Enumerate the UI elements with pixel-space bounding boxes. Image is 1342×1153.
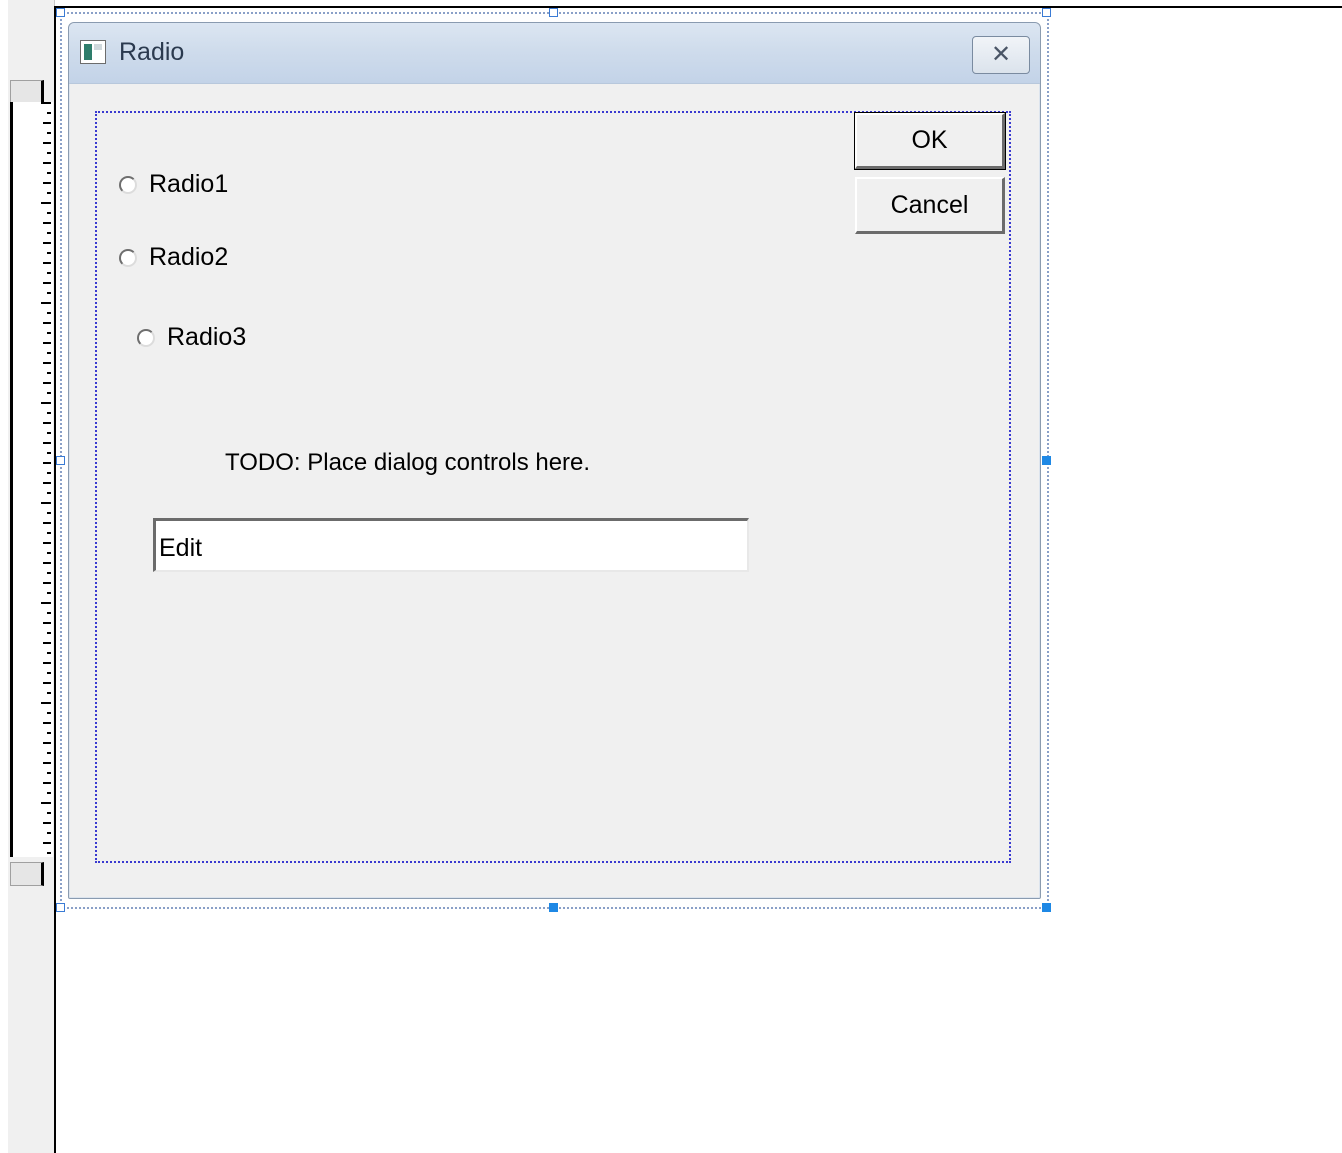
- todo-static-text: TODO: Place dialog controls here.: [225, 449, 591, 476]
- edit-field[interactable]: [153, 518, 749, 572]
- selection-handle-top-right: [1042, 8, 1051, 17]
- radio-dialog-window: Radio ✕ Radio1 Radio2 Radio3 TODO: Place…: [68, 22, 1041, 899]
- radio-circle-icon[interactable]: [119, 248, 137, 267]
- ruler-bottom-guide-handle[interactable]: [10, 862, 44, 886]
- dialog-titlebar[interactable]: Radio ✕: [69, 23, 1040, 84]
- radio-2-label: Radio2: [149, 243, 229, 271]
- selection-handle-top-middle: [549, 8, 558, 17]
- ruler-top-guide-handle[interactable]: [10, 80, 44, 104]
- selection-handle-middle-right[interactable]: [1042, 456, 1051, 465]
- radio-3-label: Radio3: [167, 323, 247, 351]
- selection-handle-bottom-right[interactable]: [1042, 903, 1051, 912]
- radio-circle-icon[interactable]: [137, 328, 155, 347]
- selection-handle-top-left: [56, 8, 65, 17]
- dialog-editor-canvas: Radio ✕ Radio1 Radio2 Radio3 TODO: Place…: [0, 0, 1342, 1153]
- dialog-title: Radio: [119, 38, 185, 66]
- selection-handle-bottom-left: [56, 903, 65, 912]
- editor-left-border: [54, 6, 56, 1153]
- radio-button-3[interactable]: Radio3: [137, 323, 246, 352]
- selection-handle-bottom-middle[interactable]: [549, 903, 558, 912]
- radio-button-1[interactable]: Radio1: [119, 170, 228, 199]
- radio-1-label: Radio1: [149, 170, 229, 198]
- editor-top-border: [54, 6, 1342, 8]
- ok-button[interactable]: OK: [854, 112, 1006, 170]
- dialog-app-icon: [80, 40, 106, 64]
- radio-button-2[interactable]: Radio2: [119, 243, 228, 272]
- cancel-button[interactable]: Cancel: [855, 177, 1005, 234]
- vertical-ruler: [8, 0, 55, 1153]
- close-button[interactable]: ✕: [972, 36, 1030, 74]
- close-icon: ✕: [990, 41, 1012, 68]
- ruler-ticks: [41, 102, 51, 857]
- selection-handle-middle-left: [56, 456, 65, 465]
- ruler-track: [10, 102, 53, 857]
- radio-circle-icon[interactable]: [119, 175, 137, 194]
